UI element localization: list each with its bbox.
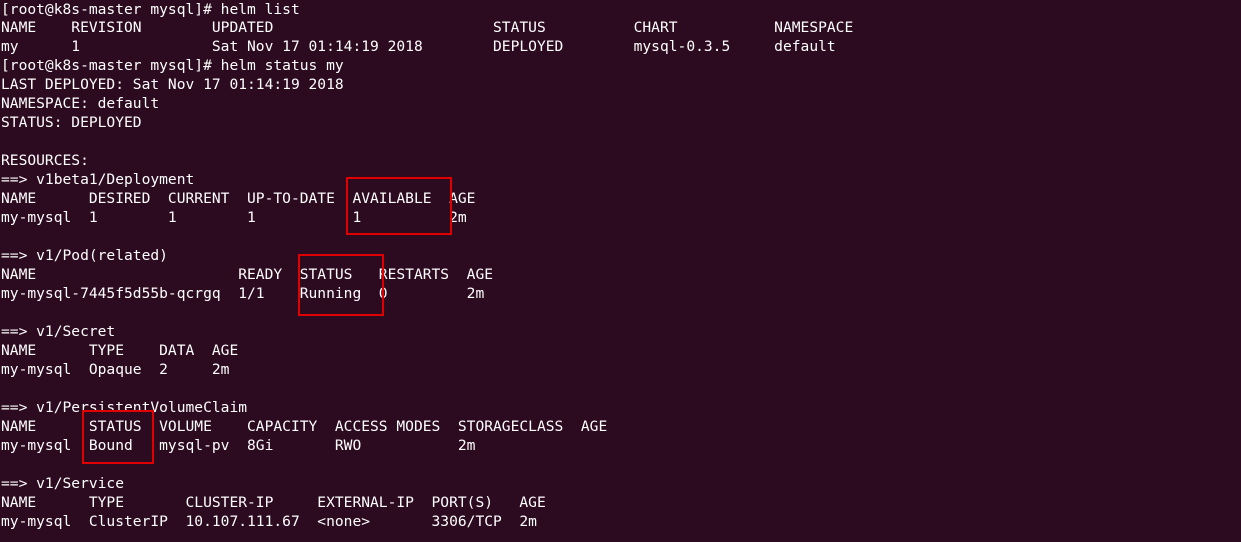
terminal-line: ==> v1/PersistentVolumeClaim — [1, 399, 248, 416]
terminal-line: ==> v1/Pod(related) — [1, 247, 168, 264]
terminal-window[interactable]: [root@k8s-master mysql]# helm list NAME … — [0, 0, 1241, 542]
terminal-line: [root@k8s-master mysql]# helm status my — [1, 57, 344, 74]
terminal-line: NAME TYPE CLUSTER-IP EXTERNAL-IP PORT(S)… — [1, 494, 546, 511]
terminal-line: ==> v1/Secret — [1, 323, 116, 340]
terminal-line: NAME DESIRED CURRENT UP-TO-DATE AVAILABL… — [1, 190, 476, 207]
terminal-line: NAME STATUS VOLUME CAPACITY ACCESS MODES… — [1, 418, 608, 435]
terminal-line: NAME TYPE DATA AGE — [1, 342, 239, 359]
terminal-line: my-mysql ClusterIP 10.107.111.67 <none> … — [1, 513, 537, 530]
terminal-line: my-mysql 1 1 1 1 2m — [1, 209, 467, 226]
terminal-line: my 1 Sat Nov 17 01:14:19 2018 DEPLOYED m… — [1, 38, 836, 55]
terminal-line: my-mysql Bound mysql-pv 8Gi RWO 2m — [1, 437, 476, 454]
terminal-line: my-mysql Opaque 2 2m — [1, 361, 230, 378]
terminal-line: LAST DEPLOYED: Sat Nov 17 01:14:19 2018 — [1, 76, 344, 93]
terminal-line: [root@k8s-master mysql]# helm list — [1, 1, 300, 18]
terminal-line: ==> v1/Service — [1, 475, 125, 492]
terminal-line: STATUS: DEPLOYED — [1, 114, 142, 131]
terminal-line: NAMESPACE: default — [1, 95, 160, 112]
terminal-line: NAME READY STATUS RESTARTS AGE — [1, 266, 494, 283]
terminal-line: RESOURCES: — [1, 152, 89, 169]
terminal-line: my-mysql-7445f5d55b-qcrgq 1/1 Running 0 … — [1, 285, 485, 302]
terminal-line: ==> v1beta1/Deployment — [1, 171, 195, 188]
terminal-line: NAME REVISION UPDATED STATUS CHART NAMES… — [1, 19, 854, 36]
